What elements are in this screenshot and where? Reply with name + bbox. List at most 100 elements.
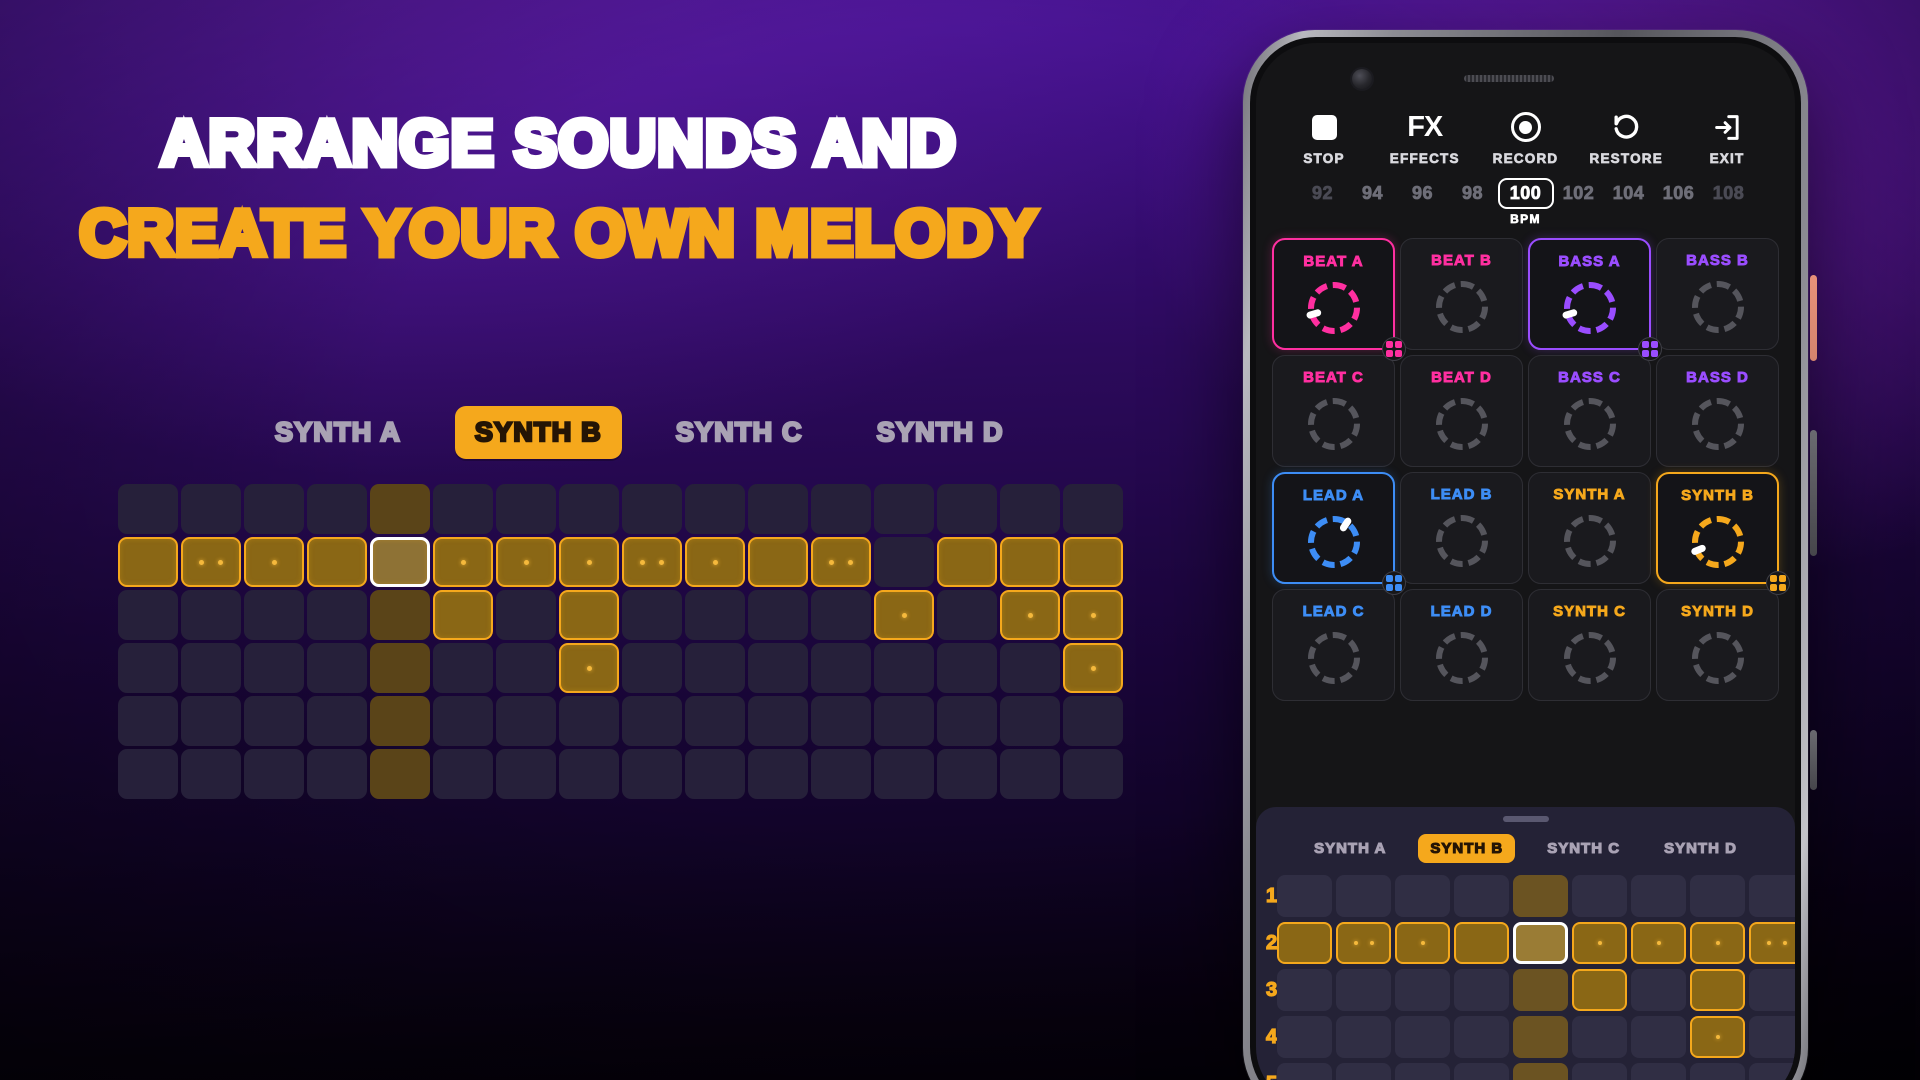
instrument-pad-grid[interactable]: BEAT A BEAT B BASS A BASS B BEAT C BEAT D BASS… (1256, 238, 1795, 701)
step-cell[interactable] (811, 590, 871, 640)
step-cell[interactable] (370, 484, 430, 534)
step-cell[interactable] (181, 749, 241, 799)
step-cell[interactable] (1513, 1016, 1569, 1058)
step-cell[interactable] (433, 537, 493, 587)
step-cell[interactable] (370, 696, 430, 746)
step-cell[interactable] (1063, 590, 1123, 640)
step-cell[interactable] (1454, 1016, 1510, 1058)
step-cell[interactable] (748, 643, 808, 693)
pad-bass-a[interactable]: BASS A (1528, 238, 1662, 361)
step-cell[interactable] (559, 484, 619, 534)
step-cell[interactable] (811, 484, 871, 534)
step-cell[interactable] (1513, 1063, 1569, 1080)
step-cell[interactable] (748, 484, 808, 534)
step-cell[interactable] (685, 590, 745, 640)
step-cell[interactable] (181, 590, 241, 640)
step-cell[interactable] (1277, 1063, 1333, 1080)
step-cell[interactable] (1513, 922, 1569, 964)
bpm-option-98[interactable]: 98 (1448, 183, 1498, 204)
step-cell[interactable] (244, 484, 304, 534)
track-tab-synth-d[interactable]: SYNTH D (857, 406, 1024, 459)
step-cell[interactable] (496, 643, 556, 693)
step-cell[interactable] (1277, 922, 1333, 964)
step-cell[interactable] (307, 749, 367, 799)
pad-knob[interactable] (1563, 398, 1616, 450)
sheet-tab-synth-a[interactable]: SYNTH A (1302, 834, 1398, 863)
step-cell[interactable] (685, 484, 745, 534)
pad-bass-b[interactable]: BASS B (1656, 238, 1779, 350)
toolbar-effects-button[interactable]: FX EFFECTS (1383, 109, 1467, 166)
phone-step-sequencer[interactable] (1277, 875, 1795, 1080)
step-cell[interactable] (1749, 1063, 1795, 1080)
pad-synth-d[interactable]: SYNTH D (1656, 589, 1779, 701)
step-cell[interactable] (811, 749, 871, 799)
step-cell[interactable] (370, 590, 430, 640)
step-cell[interactable] (1395, 969, 1451, 1011)
step-cell[interactable] (559, 590, 619, 640)
pad-knob[interactable] (1435, 515, 1488, 567)
track-tab-synth-b[interactable]: SYNTH B (454, 406, 622, 459)
pad-beat-b[interactable]: BEAT B (1400, 238, 1523, 350)
step-cell[interactable] (1631, 875, 1687, 917)
pad-synth-a[interactable]: SYNTH A (1528, 472, 1651, 584)
step-cell[interactable] (1395, 922, 1451, 964)
step-cell[interactable] (874, 484, 934, 534)
step-cell[interactable] (622, 696, 682, 746)
step-cell[interactable] (244, 696, 304, 746)
pad-knob[interactable] (1435, 281, 1488, 333)
pad-knob[interactable] (1691, 398, 1744, 450)
step-cell[interactable] (118, 590, 178, 640)
pad-bass-c[interactable]: BASS C (1528, 355, 1651, 467)
pad-lead-c[interactable]: LEAD C (1272, 589, 1395, 701)
pad-knob[interactable] (1307, 632, 1360, 684)
toolbar-exit-button[interactable]: EXIT (1685, 109, 1769, 166)
step-cell[interactable] (307, 537, 367, 587)
bpm-option-102[interactable]: 102 (1554, 183, 1604, 204)
step-cell[interactable] (118, 643, 178, 693)
step-cell[interactable] (748, 590, 808, 640)
step-cell[interactable] (496, 484, 556, 534)
step-cell[interactable] (685, 643, 745, 693)
step-cell[interactable] (1395, 875, 1451, 917)
step-cell[interactable] (748, 537, 808, 587)
step-cell[interactable] (1395, 1063, 1451, 1080)
pad-lead-d[interactable]: LEAD D (1400, 589, 1523, 701)
pad-beat-d[interactable]: BEAT D (1400, 355, 1523, 467)
step-cell[interactable] (433, 696, 493, 746)
sheet-tab-synth-d[interactable]: SYNTH D (1652, 834, 1749, 863)
step-cell[interactable] (1690, 1063, 1746, 1080)
step-cell[interactable] (1336, 875, 1392, 917)
step-cell[interactable] (1631, 1016, 1687, 1058)
step-cell[interactable] (559, 696, 619, 746)
pad-synth-c[interactable]: SYNTH C (1528, 589, 1651, 701)
step-cell[interactable] (1572, 969, 1628, 1011)
sheet-tab-synth-c[interactable]: SYNTH C (1535, 834, 1632, 863)
step-cell[interactable] (244, 537, 304, 587)
step-cell[interactable] (1690, 875, 1746, 917)
step-cell[interactable] (1572, 922, 1628, 964)
sheet-tab-synth-b[interactable]: SYNTH B (1418, 834, 1516, 863)
step-cell[interactable] (433, 590, 493, 640)
step-cell[interactable] (622, 749, 682, 799)
step-cell[interactable] (937, 696, 997, 746)
step-cell[interactable] (181, 484, 241, 534)
track-tab-synth-c[interactable]: SYNTH C (656, 406, 823, 459)
step-cell[interactable] (874, 537, 934, 587)
step-cell[interactable] (1000, 537, 1060, 587)
step-cell[interactable] (244, 590, 304, 640)
step-cell[interactable] (622, 484, 682, 534)
step-cell[interactable] (1454, 969, 1510, 1011)
step-cell[interactable] (496, 749, 556, 799)
pad-knob[interactable] (1689, 516, 1744, 568)
toolbar-restore-button[interactable]: RESTORE (1584, 109, 1668, 166)
pad-beat-c[interactable]: BEAT C (1272, 355, 1395, 467)
step-cell[interactable] (1063, 696, 1123, 746)
phone-volume-up-button[interactable] (1810, 430, 1817, 556)
step-cell[interactable] (181, 643, 241, 693)
step-cell[interactable] (1513, 969, 1569, 1011)
step-cell[interactable] (1000, 590, 1060, 640)
pad-knob[interactable] (1561, 282, 1616, 334)
step-cell[interactable] (1749, 875, 1795, 917)
step-cell[interactable] (1690, 1016, 1746, 1058)
pad-link-icon[interactable] (1382, 337, 1406, 361)
